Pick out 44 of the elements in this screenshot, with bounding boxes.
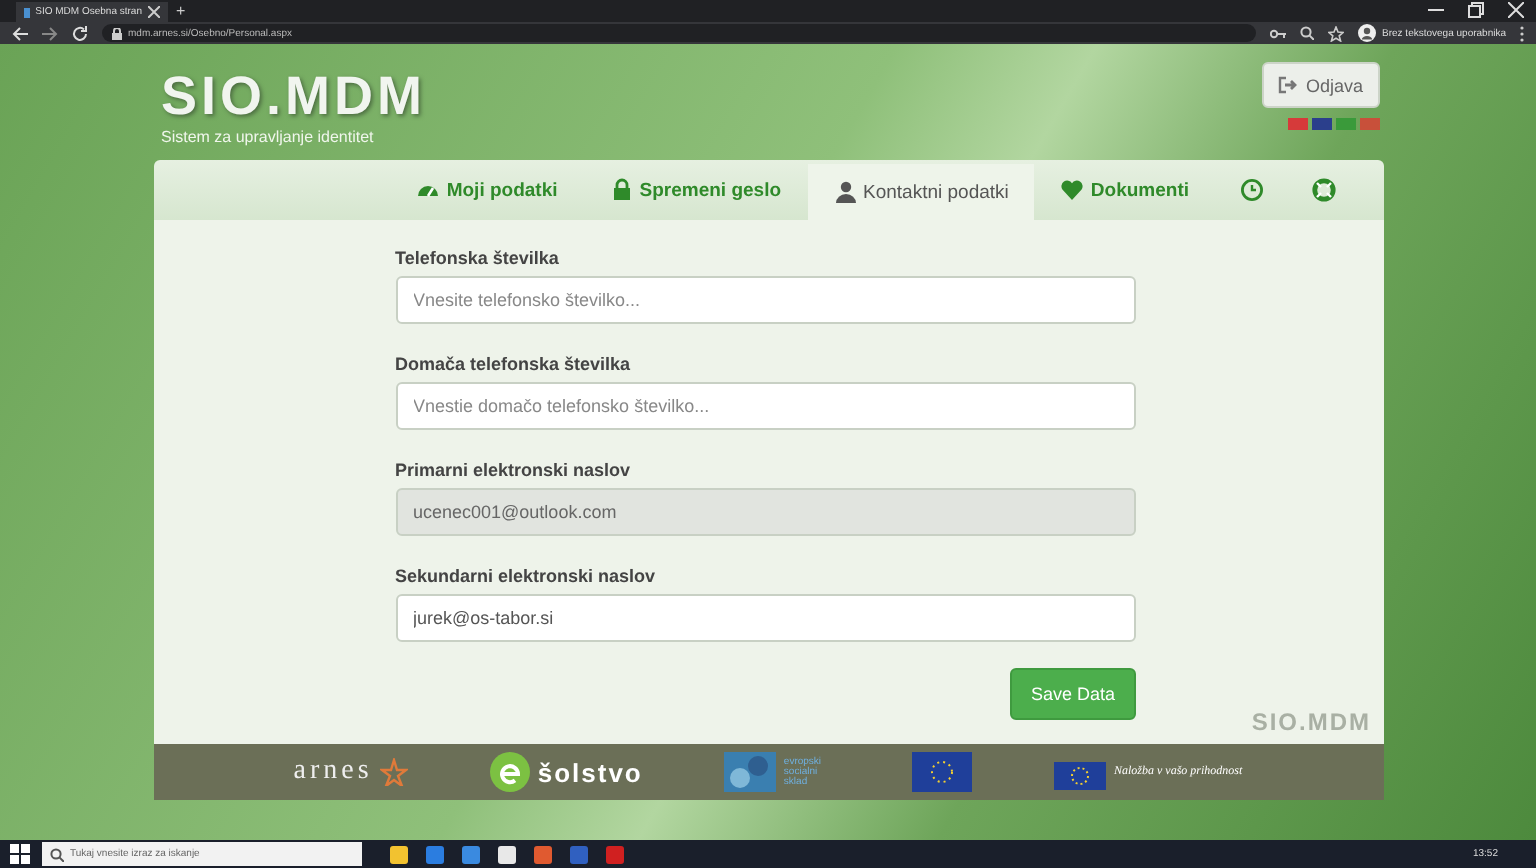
- language-flag[interactable]: [1287, 118, 1307, 130]
- nav-tab[interactable]: Spremeni geslo: [583, 160, 808, 220]
- input-field[interactable]: Vnestie domačo telefonsko številko...: [395, 382, 1135, 430]
- e-logo-icon: [489, 752, 530, 792]
- zoom-icon: [1300, 26, 1315, 40]
- field-label: Sekundarni elektronski naslov: [395, 566, 658, 590]
- nav-tab[interactable]: Kontaktni podatki: [807, 164, 1035, 220]
- heart-icon: [1060, 178, 1085, 202]
- arnes-logo: arnes: [293, 756, 373, 788]
- star-logo-icon: [380, 758, 409, 786]
- back-icon: [12, 25, 28, 41]
- avatar-icon: [1358, 24, 1377, 42]
- watermark-logo: SIO.MDM: [1251, 708, 1371, 736]
- sign-out-icon: [1277, 76, 1298, 94]
- people-logo-icon: [723, 752, 776, 792]
- forward-icon: [42, 25, 58, 41]
- site-logo: SIO.MDM: [161, 68, 426, 124]
- lock-icon: [609, 178, 634, 202]
- input-field[interactable]: Vnesite telefonsko številko...: [395, 276, 1135, 324]
- field-label: Telefonska številka: [395, 248, 561, 272]
- favicon-icon: [24, 7, 30, 17]
- star-icon: [1328, 25, 1345, 41]
- lock-icon: [112, 27, 122, 39]
- logout-button[interactable]: Odjava: [1261, 62, 1379, 108]
- solstvo-logo: šolstvo: [537, 757, 643, 787]
- language-flag[interactable]: [1311, 118, 1331, 130]
- close-icon: [1508, 2, 1524, 18]
- eu-flag-icon: [912, 752, 973, 792]
- search-icon: [50, 847, 64, 861]
- site-subtitle: Sistem za upravljanje identitet: [161, 128, 376, 146]
- field-label: Primarni elektronski naslov: [395, 460, 633, 484]
- windows-start-icon: [10, 844, 30, 864]
- restore-icon: [1468, 2, 1484, 18]
- clock-icon: [1239, 178, 1263, 202]
- reload-icon: [72, 25, 88, 41]
- close-icon: [148, 6, 160, 18]
- key-icon: [1270, 27, 1287, 39]
- field-label: Domača telefonska številka: [395, 354, 633, 378]
- input-field[interactable]: jurek@os-tabor.si: [395, 594, 1135, 642]
- user-icon: [833, 180, 858, 204]
- nav-tab[interactable]: Moji podatki: [390, 160, 584, 220]
- new-tab-button[interactable]: +: [176, 2, 186, 22]
- lifebuoy-icon: [1311, 178, 1335, 202]
- nav-tab[interactable]: Dokumenti: [1034, 160, 1215, 220]
